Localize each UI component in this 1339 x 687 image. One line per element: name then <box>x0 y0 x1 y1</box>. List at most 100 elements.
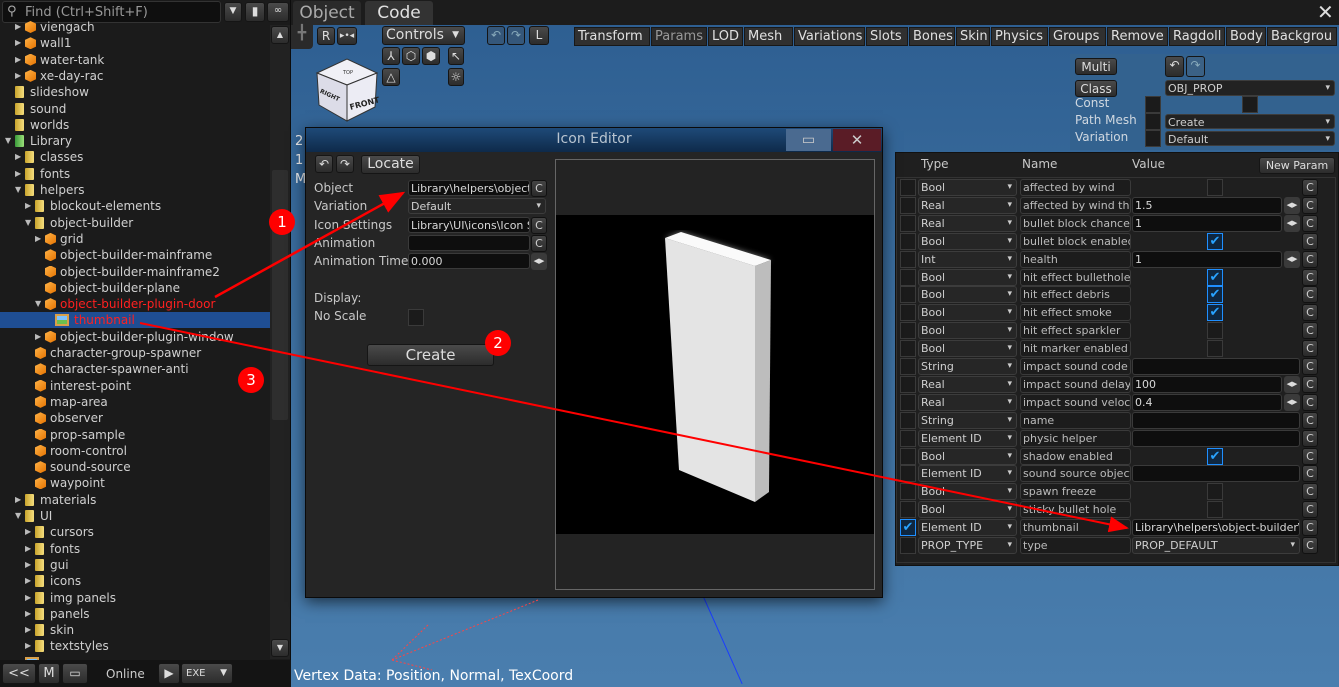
param-value-spinner[interactable]: ◀▶ <box>1284 375 1300 393</box>
param-value-checkbox[interactable] <box>1207 501 1223 519</box>
editor-tab[interactable]: Mesh <box>744 27 793 46</box>
param-value-spinner[interactable]: ◀▶ <box>1284 196 1300 214</box>
no-scale-checkbox[interactable] <box>408 309 424 326</box>
play-icon[interactable]: ▶ <box>158 663 180 684</box>
expanded-arrow-icon[interactable]: ▼ <box>35 296 41 312</box>
icon-settings-clear-button[interactable]: C <box>531 217 547 234</box>
tree-scrollbar[interactable]: ▲ ▼ <box>270 25 290 659</box>
param-type-select[interactable]: PROP_TYPE <box>918 537 1017 554</box>
param-reset-button[interactable]: C <box>1302 375 1318 393</box>
param-value-spinner[interactable]: ◀▶ <box>1284 214 1300 232</box>
param-name-field[interactable]: hit marker enabled <box>1020 340 1131 358</box>
row-select-checkbox[interactable] <box>900 232 916 250</box>
tab-object[interactable]: Object <box>293 1 361 25</box>
tree-item[interactable]: character-spawner-anti <box>0 361 270 377</box>
editor-tab[interactable]: Bones <box>909 27 955 46</box>
tree-item[interactable]: interest-point <box>0 378 270 394</box>
tree-item[interactable]: ▶ img panels <box>0 590 270 606</box>
close-icon[interactable]: ✕ <box>833 129 881 151</box>
tree-item[interactable]: ▶ materials <box>0 492 270 508</box>
param-type-select[interactable]: String <box>918 411 1017 429</box>
tree-item[interactable]: room-control <box>0 443 270 459</box>
collapsed-arrow-icon[interactable]: ▶ <box>25 590 31 606</box>
param-type-select[interactable]: Bool <box>918 179 1017 196</box>
expanded-arrow-icon[interactable]: ▼ <box>25 215 31 231</box>
row-select-checkbox[interactable]: ✔ <box>900 519 916 537</box>
param-value-spinner[interactable]: ◀▶ <box>1284 393 1300 411</box>
param-name-field[interactable]: impact sound code <box>1020 358 1131 375</box>
row-select-checkbox[interactable] <box>900 465 916 483</box>
viewport-layout-icon[interactable]: ╋ <box>291 25 313 49</box>
tree-item[interactable]: object-builder-mainframe2 <box>0 264 270 280</box>
param-reset-button[interactable]: C <box>1302 411 1318 429</box>
collapsed-arrow-icon[interactable]: ▶ <box>25 638 31 654</box>
param-name-field[interactable]: affected by wind <box>1020 179 1131 196</box>
exe-dropdown[interactable]: EXE ▼ <box>181 663 233 684</box>
param-type-select[interactable]: Bool <box>918 232 1017 250</box>
param-reset-button[interactable]: C <box>1302 393 1318 411</box>
row-select-checkbox[interactable] <box>900 196 916 214</box>
tree-item[interactable]: ▶ skin <box>0 622 270 638</box>
tree-item[interactable]: ▶ fonts <box>0 166 270 182</box>
editor-tab[interactable]: Backgrou <box>1267 27 1337 46</box>
collapsed-arrow-icon[interactable]: ▶ <box>25 573 31 589</box>
tree-item[interactable]: worlds <box>0 117 270 133</box>
param-type-select[interactable]: Element ID <box>918 429 1017 447</box>
tree-item[interactable]: ▼ object-builder <box>0 215 270 231</box>
param-value-input[interactable]: Library\helpers\object-builder\o <box>1132 519 1300 537</box>
param-value-input[interactable]: 1 <box>1132 250 1282 268</box>
param-reset-button[interactable]: C <box>1302 232 1318 250</box>
tree-item[interactable]: ▶ icons <box>0 573 270 589</box>
maximize-icon[interactable]: ▭ <box>786 129 831 151</box>
object-clear-button[interactable]: C <box>531 180 547 197</box>
split-icon[interactable]: ▸•◂ <box>337 27 357 45</box>
param-value-checkbox[interactable] <box>1207 483 1223 501</box>
param-reset-button[interactable]: C <box>1302 286 1318 304</box>
wire-box-icon[interactable]: ⬢ <box>422 47 440 65</box>
scroll-thumb[interactable] <box>272 170 288 420</box>
collapsed-arrow-icon[interactable]: ▶ <box>15 35 21 51</box>
tree-item[interactable]: thumbnail <box>0 312 270 329</box>
param-type-select[interactable]: Bool <box>918 340 1017 358</box>
row-select-checkbox[interactable] <box>900 304 916 322</box>
param-type-select[interactable]: Int <box>918 250 1017 268</box>
object-field[interactable]: Library\helpers\object-b <box>408 180 530 196</box>
param-name-field[interactable]: impact sound delay <box>1020 375 1131 393</box>
param-reset-button[interactable]: C <box>1302 214 1318 232</box>
const-checkbox[interactable] <box>1242 96 1258 113</box>
param-reset-button[interactable]: C <box>1302 268 1318 286</box>
row-select-checkbox[interactable] <box>900 483 916 501</box>
monitor-icon[interactable]: ▭ <box>62 663 88 684</box>
param-value-select[interactable]: PROP_DEFAULT <box>1132 537 1300 554</box>
param-value-checkbox[interactable]: ✔ <box>1207 232 1223 250</box>
collapsed-arrow-icon[interactable]: ▶ <box>15 149 21 165</box>
editor-tab[interactable]: Body <box>1226 27 1266 46</box>
editor-tab[interactable]: Transform <box>574 27 650 46</box>
param-reset-button[interactable]: C <box>1302 483 1318 501</box>
param-reset-button[interactable]: C <box>1302 537 1318 554</box>
tree-item[interactable]: slideshow <box>0 84 270 100</box>
row-select-checkbox[interactable] <box>900 411 916 429</box>
param-value-checkbox[interactable]: ✔ <box>1207 268 1223 286</box>
tree-item[interactable]: ▼ object-builder-plugin-door <box>0 296 270 312</box>
param-value-input[interactable]: 1 <box>1132 214 1282 232</box>
undo-icon[interactable]: ↶ <box>487 26 505 45</box>
row-select-checkbox[interactable] <box>900 429 916 447</box>
collapsed-arrow-icon[interactable]: ▶ <box>15 492 21 508</box>
param-reset-button[interactable]: C <box>1302 447 1318 465</box>
param-type-select[interactable]: String <box>918 358 1017 375</box>
r-button[interactable]: R <box>317 27 335 45</box>
editor-tab[interactable]: LOD <box>708 27 743 46</box>
locate-button[interactable]: Locate <box>361 155 420 174</box>
param-reset-button[interactable]: C <box>1302 179 1318 196</box>
tree-item[interactable]: character-group-spawner <box>0 345 270 361</box>
param-value-input[interactable] <box>1132 358 1300 375</box>
animation-field[interactable] <box>408 235 530 251</box>
param-type-select[interactable]: Bool <box>918 322 1017 340</box>
l-button[interactable]: L <box>529 26 549 45</box>
param-value-checkbox[interactable] <box>1207 179 1223 196</box>
param-name-field[interactable]: spawn freeze <box>1020 483 1131 501</box>
tree-item[interactable]: waypoint <box>0 475 270 491</box>
variation-select[interactable]: Default <box>408 198 546 214</box>
pointer-icon[interactable]: ↖ <box>448 47 464 65</box>
